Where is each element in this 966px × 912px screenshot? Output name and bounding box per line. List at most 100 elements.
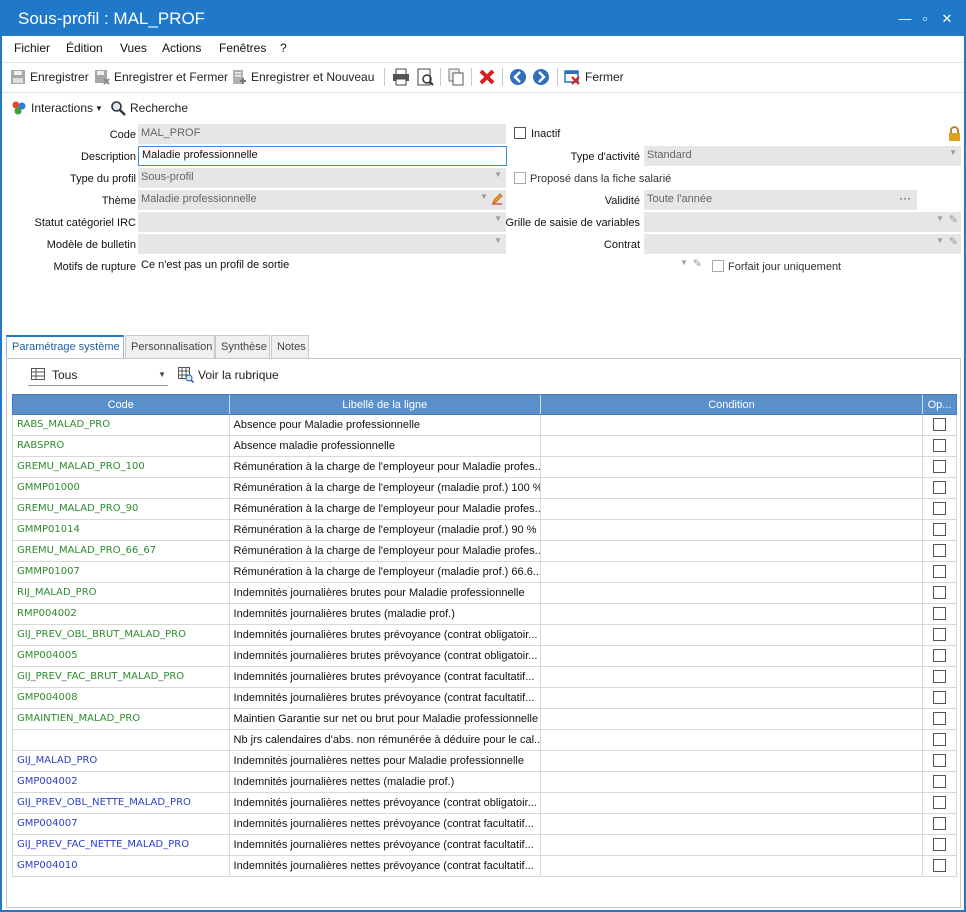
- table-row[interactable]: GMMP01000 Rémunération à la charge de l'e…: [12, 478, 957, 499]
- row-option-checkbox[interactable]: [933, 796, 947, 809]
- table-row[interactable]: Nb jrs calendaires d'abs. non rémunérée …: [12, 730, 957, 751]
- edit-pencil-icon[interactable]: [491, 193, 503, 205]
- row-label: Indemnités journalières brutes pour Mala…: [230, 583, 541, 603]
- edit-pencil-icon[interactable]: ✎: [693, 257, 702, 270]
- menu-actions[interactable]: Actions: [162, 41, 201, 55]
- save-close-button[interactable]: Enregistrer et Fermer: [94, 67, 228, 87]
- row-option-checkbox[interactable]: [933, 859, 947, 872]
- propose-checkbox[interactable]: [514, 172, 526, 184]
- row-option-checkbox[interactable]: [933, 502, 947, 515]
- table-row[interactable]: GIJ_PREV_OBL_NETTE_MALAD_PRO Indemnités j…: [12, 793, 957, 814]
- voir-rubrique-button[interactable]: Voir la rubrique: [178, 365, 279, 385]
- tab-personnalisation[interactable]: Personnalisation: [125, 335, 215, 358]
- row-option-checkbox[interactable]: [933, 565, 947, 578]
- tab-notes[interactable]: Notes: [271, 335, 309, 358]
- ellipsis-button[interactable]: ···: [899, 191, 911, 205]
- table-row[interactable]: GIJ_PREV_FAC_NETTE_MALAD_PRO Indemnités j…: [12, 835, 957, 856]
- row-option-checkbox[interactable]: [933, 733, 947, 746]
- table-row[interactable]: GIJ_PREV_OBL_BRUT_MALAD_PRO Indemnités jo…: [12, 625, 957, 646]
- table-row[interactable]: GMMP01014 Rémunération à la charge de l'e…: [12, 520, 957, 541]
- forfait-checkbox[interactable]: [712, 260, 724, 272]
- statut-select[interactable]: ▼: [138, 212, 506, 232]
- save-new-button[interactable]: Enregistrer et Nouveau: [231, 67, 374, 87]
- restore-button[interactable]: ▫: [916, 10, 934, 28]
- row-code: RIJ_MALAD_PRO: [13, 583, 230, 603]
- row-option-checkbox[interactable]: [933, 754, 947, 767]
- previous-icon[interactable]: [508, 67, 528, 87]
- row-option-checkbox[interactable]: [933, 607, 947, 620]
- modele-select[interactable]: ▼: [138, 234, 506, 254]
- next-icon[interactable]: [531, 67, 551, 87]
- menu-edition[interactable]: Édition: [66, 41, 103, 55]
- table-row[interactable]: GMMP01007 Rémunération à la charge de l'e…: [12, 562, 957, 583]
- tab-synthese[interactable]: Synthèse: [215, 335, 270, 358]
- table-row[interactable]: GMP004010 Indemnités journalières nettes …: [12, 856, 957, 877]
- validite-field[interactable]: Toute l'année ···: [644, 190, 917, 210]
- row-option-checkbox[interactable]: [933, 418, 947, 431]
- close-button[interactable]: Fermer: [564, 67, 624, 87]
- edit-pencil-icon[interactable]: ✎: [949, 235, 958, 248]
- row-option-checkbox[interactable]: [933, 649, 947, 662]
- code-field: MAL_PROF: [138, 124, 506, 144]
- table-row[interactable]: GMAINTIEN_MALAD_PRO Maintien Garantie sur…: [12, 709, 957, 730]
- contrat-select[interactable]: ▼ ✎: [644, 234, 961, 254]
- inactif-checkbox[interactable]: [514, 127, 526, 139]
- grille-select[interactable]: ▼ ✎: [644, 212, 961, 232]
- close-window-button[interactable]: ✕: [938, 10, 956, 28]
- row-option-checkbox[interactable]: [933, 439, 947, 452]
- header-libelle[interactable]: Libellé de la ligne: [230, 395, 541, 414]
- row-option-checkbox[interactable]: [933, 628, 947, 641]
- row-option-checkbox[interactable]: [933, 586, 947, 599]
- table-row[interactable]: GIJ_PREV_FAC_BRUT_MALAD_PRO Indemnités jo…: [12, 667, 957, 688]
- menu-help[interactable]: ?: [280, 41, 287, 55]
- table-row[interactable]: GMP004002 Indemnités journalières nettes …: [12, 772, 957, 793]
- row-option-checkbox[interactable]: [933, 817, 947, 830]
- edit-pencil-icon[interactable]: ✎: [949, 213, 958, 226]
- menu-fichier[interactable]: Fichier: [14, 41, 50, 55]
- table-row[interactable]: GREMU_MALAD_PRO_90 Rémunération à la char…: [12, 499, 957, 520]
- table-row[interactable]: GMP004007 Indemnités journalières nettes …: [12, 814, 957, 835]
- table-row[interactable]: RABSPRO Absence maladie professionnelle: [12, 436, 957, 457]
- tab-parametrage[interactable]: Paramétrage système: [6, 335, 124, 359]
- table-row[interactable]: GMP004005 Indemnités journalières brutes …: [12, 646, 957, 667]
- save-button[interactable]: Enregistrer: [10, 67, 89, 87]
- table-row[interactable]: RMP004002 Indemnités journalières brutes …: [12, 604, 957, 625]
- row-option-checkbox[interactable]: [933, 691, 947, 704]
- table-row[interactable]: GREMU_MALAD_PRO_66_67 Rémunération à la c…: [12, 541, 957, 562]
- table-row[interactable]: RABS_MALAD_PRO Absence pour Maladie profe…: [12, 415, 957, 436]
- type-profil-select[interactable]: Sous-profil ▼: [138, 168, 506, 188]
- table-row[interactable]: GMP004008 Indemnités journalières brutes …: [12, 688, 957, 709]
- row-option-checkbox[interactable]: [933, 838, 947, 851]
- row-option-checkbox[interactable]: [933, 523, 947, 536]
- type-activite-select[interactable]: Standard ▼: [644, 146, 961, 166]
- row-option-checkbox[interactable]: [933, 481, 947, 494]
- filter-dropdown[interactable]: Tous ▼: [28, 364, 168, 386]
- theme-select[interactable]: Maladie professionnelle ▼: [138, 190, 506, 210]
- row-option-checkbox[interactable]: [933, 712, 947, 725]
- minimize-button[interactable]: —: [896, 10, 914, 28]
- motifs-select[interactable]: Ce n'est pas un profil de sortie ▼ ✎: [138, 256, 706, 276]
- header-option[interactable]: Op...: [923, 395, 956, 414]
- menu-vues[interactable]: Vues: [120, 41, 147, 55]
- delete-icon[interactable]: [477, 67, 497, 87]
- search-button[interactable]: Recherche: [110, 98, 188, 118]
- row-option-checkbox[interactable]: [933, 775, 947, 788]
- row-label: Indemnités journalières nettes (maladie …: [230, 772, 541, 792]
- row-label: Absence maladie professionnelle: [230, 436, 541, 456]
- copy-icon[interactable]: [446, 67, 466, 87]
- header-condition[interactable]: Condition: [541, 395, 924, 414]
- description-input[interactable]: Maladie professionnelle: [138, 146, 507, 166]
- header-code[interactable]: Code: [13, 395, 230, 414]
- table-row[interactable]: GIJ_MALAD_PRO Indemnités journalières net…: [12, 751, 957, 772]
- table-row[interactable]: RIJ_MALAD_PRO Indemnités journalières bru…: [12, 583, 957, 604]
- interactions-dropdown[interactable]: Interactions ▼: [11, 98, 103, 118]
- save-icon: [11, 70, 25, 84]
- row-code: GIJ_PREV_FAC_NETTE_MALAD_PRO: [13, 835, 230, 855]
- row-option-checkbox[interactable]: [933, 670, 947, 683]
- table-row[interactable]: GREMU_MALAD_PRO_100 Rémunération à la cha…: [12, 457, 957, 478]
- menu-fenetres[interactable]: Fenêtres: [219, 41, 266, 55]
- row-option-checkbox[interactable]: [933, 460, 947, 473]
- print-preview-icon[interactable]: [415, 67, 435, 87]
- print-icon[interactable]: [391, 67, 411, 87]
- row-option-checkbox[interactable]: [933, 544, 947, 557]
